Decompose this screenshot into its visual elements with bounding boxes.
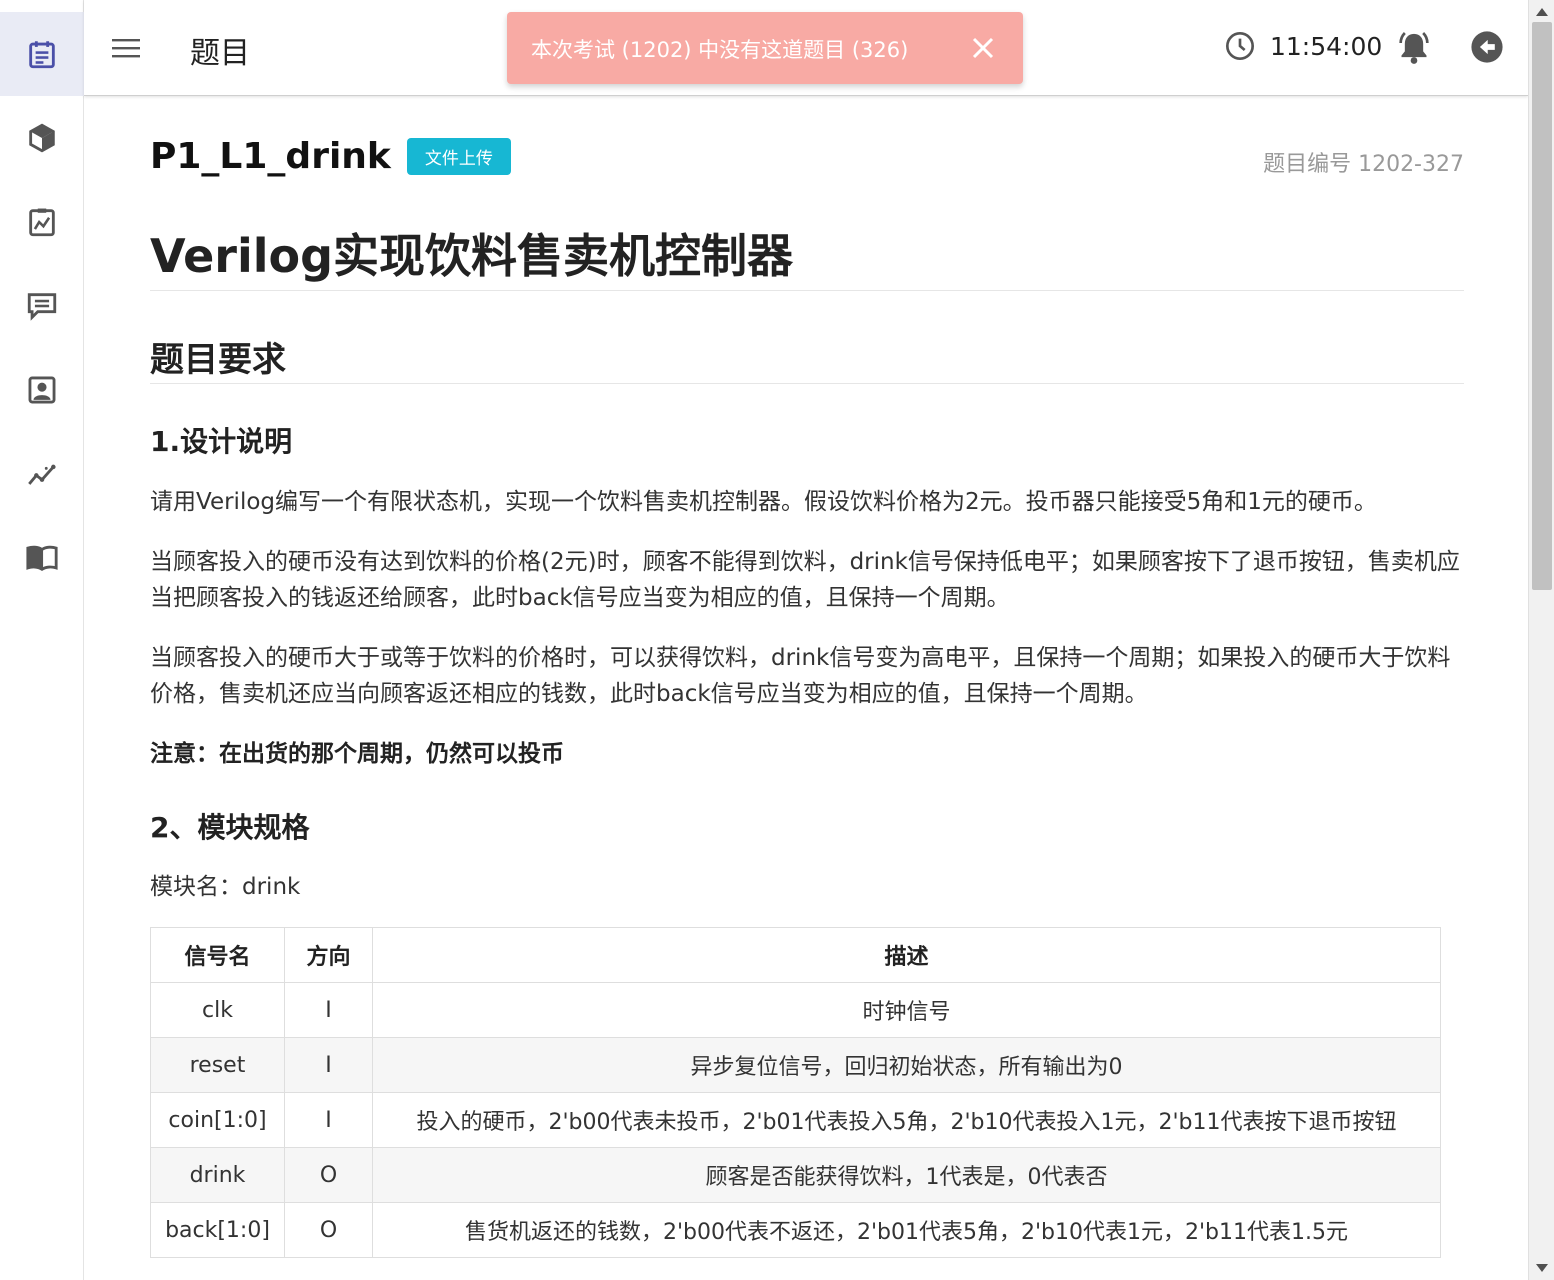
column-header: 方向 [284, 927, 373, 983]
table-row: clk I 时钟信号 [150, 982, 1441, 1038]
table-row: coin[1:0] I 投入的硬币，2'b00代表未投币，2'b01代表投入5角… [150, 1092, 1441, 1148]
module-name: 模块名：drink [150, 874, 301, 900]
note-text: 注意：在出货的那个周期，仍然可以投币 [150, 741, 564, 767]
question-name: P1_L1_drink [150, 136, 391, 177]
subsection-design: 1.设计说明 [150, 425, 293, 458]
sidebar-item-profile[interactable] [0, 348, 84, 432]
menu-button[interactable] [108, 30, 144, 66]
question-number: 题目编号 1202-327 [1263, 152, 1464, 177]
direction-cell: O [284, 1147, 373, 1203]
back-arrow-icon[interactable] [1470, 30, 1504, 64]
column-header: 描述 [372, 927, 1441, 983]
sidebar [0, 0, 84, 1280]
signal-name-cell: clk [150, 982, 285, 1038]
direction-cell: O [284, 1202, 373, 1258]
paragraph-3: 当顾客投入的硬币大于或等于饮料的价格时，可以获得饮料，drink信号变为高电平，… [150, 645, 1451, 707]
trending-icon [28, 464, 56, 485]
timer-text: 11:54:00 [1270, 31, 1383, 61]
scroll-down-arrow[interactable] [1536, 1264, 1548, 1272]
table-row: back[1:0] O 售货机返还的钱数，2'b00代表不返还，2'b01代表5… [150, 1202, 1441, 1258]
contact-card-icon [28, 376, 56, 404]
scroll-up-arrow[interactable] [1536, 8, 1548, 16]
table-row: reset I 异步复位信号，回归初始状态，所有输出为0 [150, 1037, 1441, 1093]
toast-close-button[interactable] [965, 30, 1001, 66]
sidebar-item-messages[interactable] [0, 264, 84, 348]
sidebar-item-cube[interactable] [0, 96, 84, 180]
table-row: drink O 顾客是否能获得饮料，1代表是，0代表否 [150, 1147, 1441, 1203]
signal-name-cell: reset [150, 1037, 285, 1093]
cube-icon [29, 123, 55, 153]
sidebar-item-docs[interactable] [0, 516, 84, 600]
toast-message: 本次考试 (1202) 中没有这道题目 (326) [531, 38, 909, 62]
paragraph-1: 请用Verilog编写一个有限状态机，实现一个饮料售卖机控制器。假设饮料价格为2… [150, 489, 1377, 515]
scroll-thumb[interactable] [1532, 22, 1552, 590]
signal-table: 信号名 方向 描述 clk I 时钟信号 reset I 异步复位信号，回归初始… [150, 927, 1441, 1258]
question-header: P1_L1_drink 文件上传 [150, 136, 511, 177]
sidebar-item-report[interactable] [0, 180, 84, 264]
paragraph-2: 当顾客投入的硬币没有达到饮料的价格(2元)时，顾客不能得到饮料，drink信号保… [150, 549, 1460, 611]
column-header: 信号名 [150, 927, 285, 983]
article-title: Verilog实现饮料售卖机控制器 [150, 229, 794, 283]
divider [150, 290, 1464, 291]
table-header-row: 信号名 方向 描述 [150, 927, 1441, 983]
page-title: 题目 [190, 36, 250, 71]
clock-icon [1226, 32, 1254, 60]
vertical-scrollbar[interactable] [1528, 0, 1554, 1280]
description-cell: 投入的硬币，2'b00代表未投币，2'b01代表投入5角，2'b10代表投入1元… [372, 1092, 1441, 1148]
direction-cell: I [284, 1092, 373, 1148]
error-toast: 本次考试 (1202) 中没有这道题目 (326) [507, 12, 1023, 84]
description-cell: 售货机返还的钱数，2'b00代表不返还，2'b01代表5角，2'b10代表1元，… [372, 1202, 1441, 1258]
subsection-module: 2、模块规格 [150, 811, 310, 844]
description-cell: 时钟信号 [372, 982, 1441, 1038]
close-icon [972, 37, 994, 59]
calendar-list-icon [29, 41, 55, 69]
section-title: 题目要求 [150, 340, 286, 380]
signal-name-cell: drink [150, 1147, 285, 1203]
sidebar-item-stats[interactable] [0, 432, 84, 516]
message-icon [27, 293, 57, 321]
exam-timer: 11:54:00 [1224, 30, 1382, 62]
signal-name-cell: coin[1:0] [150, 1092, 285, 1148]
question-type-badge: 文件上传 [406, 138, 511, 175]
divider [150, 383, 1464, 384]
description-cell: 顾客是否能获得饮料，1代表是，0代表否 [372, 1147, 1441, 1203]
hamburger-icon [112, 39, 140, 58]
bell-ring-icon[interactable] [1394, 28, 1434, 68]
signal-name-cell: back[1:0] [150, 1202, 285, 1258]
direction-cell: I [284, 982, 373, 1038]
clipboard-chart-icon [29, 208, 55, 237]
description-cell: 异步复位信号，回归初始状态，所有输出为0 [372, 1037, 1441, 1093]
open-book-icon [26, 545, 58, 572]
direction-cell: I [284, 1037, 373, 1093]
sidebar-item-questions[interactable] [0, 12, 84, 96]
